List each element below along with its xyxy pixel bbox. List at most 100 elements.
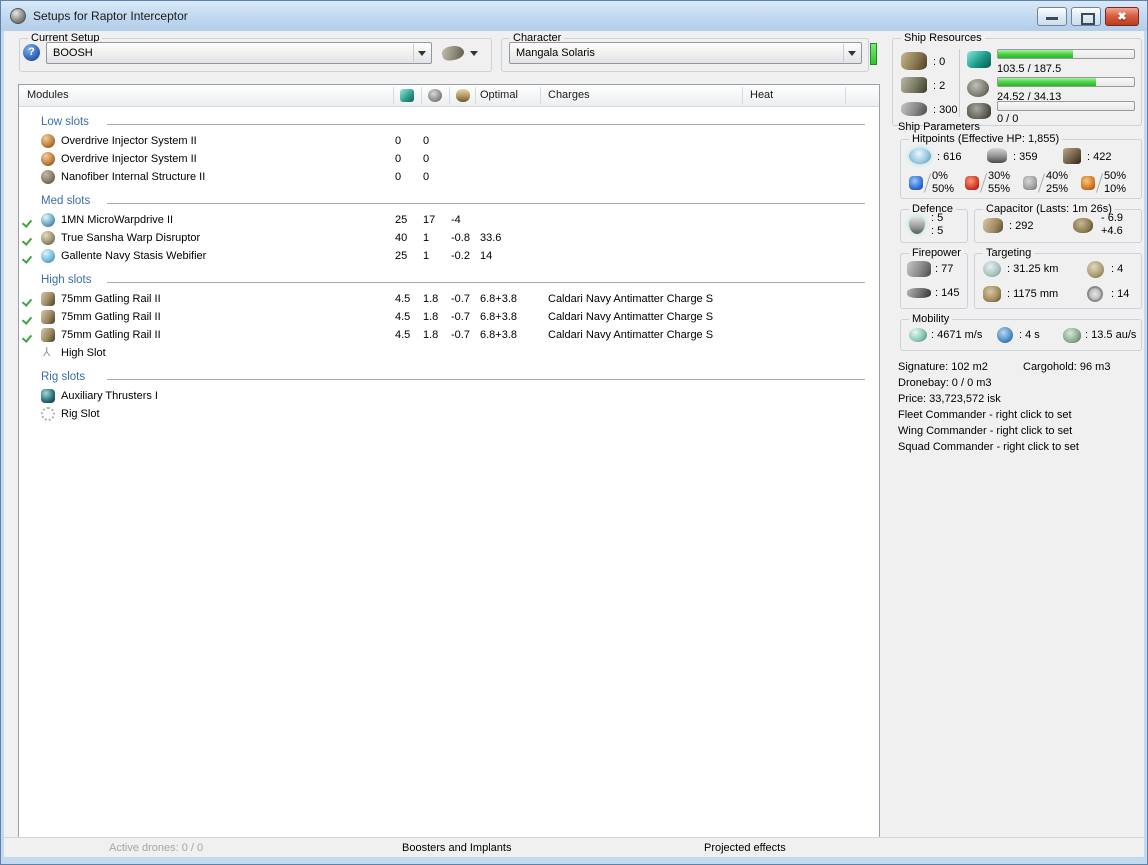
capacitor-recharge-icon [1073, 218, 1093, 233]
module-row[interactable]: 75mm Gatling Rail II4.51.8-0.76.8+3.8Cal… [19, 326, 879, 344]
restore-button[interactable] [1071, 7, 1101, 26]
active-drones-label: Active drones: 0 / 0 [109, 842, 203, 854]
module-cpu: 40 [395, 232, 407, 244]
scan-resolution-icon [983, 286, 1001, 302]
module-powergrid: 1 [423, 250, 429, 262]
calibration-value: : 300 [933, 104, 957, 116]
module-cap-use: -0.7 [451, 329, 470, 341]
module-name: Overdrive Injector System II [61, 135, 197, 147]
wing-commander-setting[interactable]: Wing Commander - right click to set [898, 425, 1072, 437]
module-name: 75mm Gatling Rail II [61, 293, 161, 305]
railgun-icon [41, 310, 55, 324]
scan-resolution-value: : 1175 mm [1007, 288, 1058, 300]
module-cpu: 4.5 [395, 329, 410, 341]
modules-table-header[interactable]: Modules Optimal Charges Heat [19, 85, 879, 107]
mobility-group: Mobility : 4671 m/s : 4 s : 13.5 au/s [900, 319, 1142, 351]
kinetic-resist-icon [1023, 176, 1037, 190]
help-icon[interactable] [23, 44, 40, 61]
section-divider-line [107, 379, 865, 380]
capacitor-amount-value: : 292 [1009, 220, 1033, 232]
module-name: High Slot [61, 347, 106, 359]
character-dropdown-arrow-icon[interactable] [843, 44, 860, 62]
targeting-group: Targeting : 31.25 km : 4 : 1175 mm : 14 [974, 253, 1142, 309]
capacitor-column-icon[interactable] [456, 89, 470, 102]
module-row[interactable]: Nanofiber Internal Structure II00 [19, 168, 879, 186]
slot-section-header: Low slots [19, 114, 879, 132]
slot-section-label: Med slots [41, 195, 90, 207]
align-time-icon [997, 327, 1013, 343]
firepower-volley-value: : 145 [935, 287, 959, 299]
module-optimal: 6.8+3.8 [480, 293, 517, 305]
explosive-resist-top: 50% [1104, 170, 1126, 182]
thermal-resist-icon [965, 176, 979, 190]
price-stat: Price: 33,723,572 isk [898, 393, 1001, 405]
squad-commander-setting[interactable]: Squad Commander - right click to set [898, 441, 1079, 453]
active-check-icon [23, 232, 35, 243]
projected-effects-button[interactable]: Projected effects [704, 842, 786, 854]
module-row[interactable]: Rig Slot [19, 405, 879, 423]
module-powergrid: 1.8 [423, 293, 438, 305]
setup-dropdown-value: BOOSH [53, 47, 93, 59]
module-row[interactable]: Gallente Navy Stasis Webifier251-0.214 [19, 247, 879, 265]
boosters-implants-button[interactable]: Boosters and Implants [402, 842, 511, 854]
rig-icon [41, 389, 55, 403]
firepower-turret-icon [907, 261, 931, 277]
module-row[interactable]: 75mm Gatling Rail II4.51.8-0.76.8+3.8Cal… [19, 290, 879, 308]
firepower-group: Firepower : 77 : 145 [900, 253, 968, 309]
module-cpu: 25 [395, 214, 407, 226]
setup-dropdown[interactable]: BOOSH [46, 42, 432, 64]
max-targets-value: : 4 [1111, 263, 1123, 275]
module-row[interactable]: High Slot [19, 344, 879, 362]
dronebay-usage-text: 0 / 0 [997, 113, 1018, 125]
max-velocity-value: : 4671 m/s [931, 329, 982, 341]
ship-menu-caret-icon[interactable] [470, 51, 478, 56]
fleet-commander-setting[interactable]: Fleet Commander - right click to set [898, 409, 1072, 421]
ship-resources-label: Ship Resources [901, 32, 985, 44]
module-powergrid: 1.8 [423, 311, 438, 323]
close-button[interactable] [1105, 7, 1139, 26]
hitpoints-group: Hitpoints (Effective HP: 1,855) : 616 : … [900, 139, 1142, 199]
slot-section-header: High slots [19, 272, 879, 290]
powergrid-icon [967, 79, 989, 97]
cpu-icon [967, 51, 991, 68]
module-name: 1MN MicroWarpdrive II [61, 214, 173, 226]
targeting-label: Targeting [983, 247, 1034, 259]
module-row[interactable]: True Sansha Warp Disruptor401-0.833.6 [19, 229, 879, 247]
capacitor-label: Capacitor (Lasts: 1m 26s) [983, 203, 1115, 215]
targeting-range-icon [983, 261, 1001, 277]
launcher-hardpoints-value: : 2 [933, 80, 945, 92]
slot-section-label: High slots [41, 274, 92, 286]
shield-hp-value: : 616 [937, 151, 961, 163]
defence-shield-icon [909, 216, 925, 234]
powergrid-column-icon[interactable] [428, 89, 442, 102]
module-row[interactable]: Auxiliary Thrusters I [19, 387, 879, 405]
module-row[interactable]: Overdrive Injector System II00 [19, 132, 879, 150]
titlebar[interactable]: Setups for Raptor Interceptor [1, 1, 1147, 31]
bottom-bar: Active drones: 0 / 0 Boosters and Implan… [4, 837, 1144, 857]
character-dropdown[interactable]: Mangala Solaris [509, 42, 862, 64]
targeting-range-value: : 31.25 km [1007, 263, 1058, 275]
module-optimal: 33.6 [480, 232, 501, 244]
cpu-bar [997, 49, 1135, 59]
active-check-icon [23, 311, 35, 322]
module-row[interactable]: 1MN MicroWarpdrive II2517-4 [19, 211, 879, 229]
active-check-icon [23, 293, 35, 304]
module-optimal: 6.8+3.8 [480, 311, 517, 323]
character-status-indicator [870, 43, 877, 65]
setup-dropdown-arrow-icon[interactable] [413, 44, 430, 62]
empty-high-icon [41, 346, 55, 360]
cpu-column-icon[interactable] [400, 89, 414, 102]
col-heat[interactable]: Heat [750, 89, 773, 101]
defence-bottom-value: : 5 [931, 225, 943, 237]
empty-rig-icon [41, 407, 55, 421]
col-charges[interactable]: Charges [548, 89, 590, 101]
mobility-label: Mobility [909, 313, 952, 325]
thermal-resist-top: 30% [988, 170, 1010, 182]
module-row[interactable]: Overdrive Injector System II00 [19, 150, 879, 168]
col-optimal[interactable]: Optimal [480, 89, 518, 101]
col-modules[interactable]: Modules [27, 89, 69, 101]
shield-hp-icon [909, 148, 931, 164]
module-row[interactable]: 75mm Gatling Rail II4.51.8-0.76.8+3.8Cal… [19, 308, 879, 326]
kinetic-resist-top: 40% [1046, 170, 1068, 182]
minimize-button[interactable] [1037, 7, 1067, 26]
